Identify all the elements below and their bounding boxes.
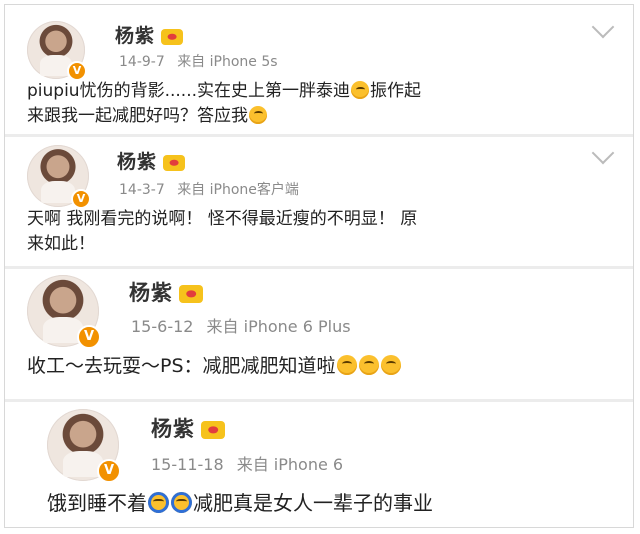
avatar[interactable]: V — [27, 145, 91, 209]
crying-emoji-icon — [351, 81, 369, 99]
crown-icon — [179, 285, 203, 303]
chevron-down-icon[interactable] — [591, 141, 615, 165]
post-meta: 15-6-12 来自 iPhone 6 Plus — [131, 313, 351, 337]
post-text: 收工～去玩耍～PS：减肥减肥知道啦 — [27, 353, 627, 381]
username[interactable]: 杨紫 — [115, 21, 184, 48]
post-4: V 杨紫 15-11-18 来自 iPhone 6 饿到睡不着 减肥真是女人一辈子… — [5, 403, 633, 529]
post-meta: 14-9-7 来自 iPhone 5s — [119, 51, 278, 71]
post-source: 来自 iPhone 5s — [177, 54, 278, 70]
post-meta: 14-3-7 来自 iPhone客户端 — [119, 179, 299, 199]
post-text: piupiu忧伤的背影......实在史上第一胖泰迪 振作起 来跟我一起减肥好吗？… — [27, 81, 421, 126]
crown-icon — [201, 421, 225, 439]
post-date: 14-9-7 — [119, 54, 165, 70]
post-date: 14-3-7 — [119, 182, 165, 198]
verified-badge-icon: V — [67, 61, 87, 81]
post-date: 15-6-12 — [131, 317, 194, 336]
post-3: V 杨紫 15-6-12 来自 iPhone 6 Plus 收工～去玩耍～PS：… — [5, 269, 633, 399]
smile-emoji-icon — [336, 355, 357, 375]
post-text: 饿到睡不着 减肥真是女人一辈子的事业 — [47, 491, 433, 515]
avatar[interactable]: V — [27, 21, 87, 81]
username[interactable]: 杨紫 — [117, 147, 186, 174]
post-date: 15-11-18 — [151, 455, 224, 474]
post-source: 来自 iPhone 6 Plus — [206, 317, 351, 336]
crown-icon — [163, 154, 186, 171]
grin-emoji-icon — [380, 355, 401, 375]
sleepy-emoji-icon — [171, 492, 192, 513]
post-2: V 杨紫 14-3-7 来自 iPhone客户端 天啊 我刚看完的说啊！ 怪不得… — [5, 137, 633, 265]
crown-icon — [161, 28, 184, 45]
tongue-emoji-icon — [358, 355, 379, 375]
sleepy-emoji-icon — [148, 492, 169, 513]
username[interactable]: 杨紫 — [151, 413, 225, 443]
post-1: V 杨紫 14-9-7 来自 iPhone 5s piupiu忧伤的背影....… — [5, 5, 633, 133]
crying-emoji-icon — [249, 105, 267, 124]
avatar[interactable]: V — [27, 275, 101, 349]
divider — [5, 399, 633, 402]
chevron-down-icon[interactable] — [591, 15, 615, 39]
post-text: 天啊 我刚看完的说啊！ 怪不得最近瘦的不明显！ 原 来如此！ — [27, 209, 418, 254]
verified-badge-icon: V — [97, 459, 121, 483]
avatar[interactable]: V — [47, 409, 121, 483]
verified-badge-icon: V — [77, 325, 101, 349]
post-meta: 15-11-18 来自 iPhone 6 — [151, 451, 343, 475]
verified-badge-icon: V — [71, 189, 91, 209]
weibo-screenshot-collage: V 杨紫 14-9-7 来自 iPhone 5s piupiu忧伤的背影....… — [4, 4, 634, 528]
post-source: 来自 iPhone客户端 — [177, 182, 299, 198]
username[interactable]: 杨紫 — [129, 277, 203, 307]
post-source: 来自 iPhone 6 — [236, 455, 344, 474]
